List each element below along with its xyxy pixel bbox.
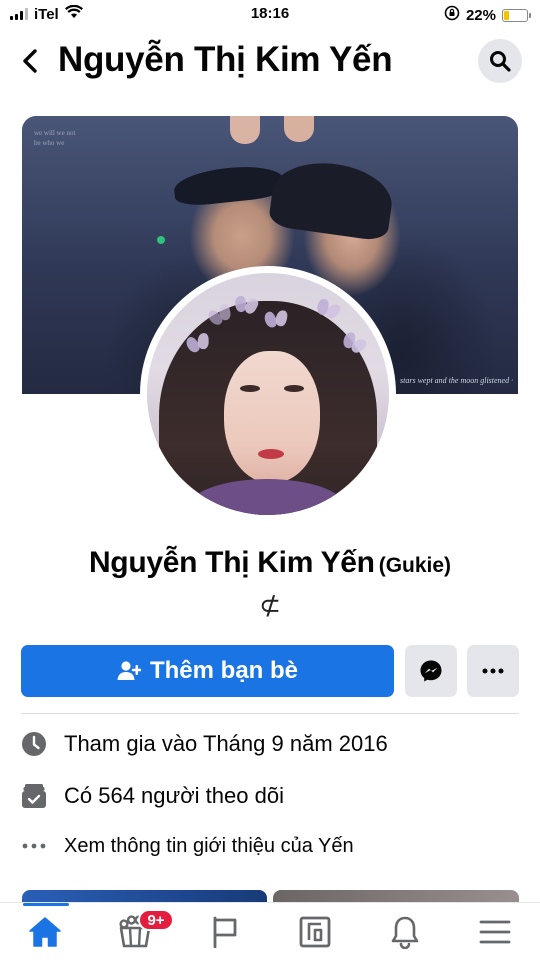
search-button[interactable]	[478, 39, 522, 83]
photo-preview[interactable]	[273, 890, 519, 902]
add-friend-icon	[117, 661, 141, 680]
divider	[21, 713, 519, 714]
cover-caption-top: we will we not be who we	[34, 129, 76, 147]
joined-row: Tham gia vào Tháng 9 năm 2016	[20, 726, 520, 762]
add-friend-label: Thêm bạn bè	[149, 657, 299, 684]
tab-notifications[interactable]	[360, 903, 450, 960]
messenger-icon	[420, 660, 442, 682]
profile-name-line: Nguyễn Thị Kim Yến (Gukie)	[0, 546, 540, 580]
photo-preview[interactable]	[22, 890, 267, 902]
add-friend-button[interactable]: Thêm bạn bè	[21, 645, 394, 697]
followers-text: Có 564 người theo dõi	[64, 783, 284, 808]
page-title: Nguyễn Thị Kim Yến	[58, 40, 393, 79]
messenger-button[interactable]	[405, 645, 457, 697]
menu-icon	[479, 920, 511, 944]
status-right: 22%	[444, 5, 531, 25]
followers-row[interactable]: Có 564 người theo dõi	[20, 778, 520, 814]
battery-icon	[502, 8, 531, 22]
profile-name: Nguyễn Thị Kim Yến	[88, 546, 375, 579]
orientation-lock-icon	[444, 5, 460, 25]
see-about-row[interactable]: Xem thông tin giới thiệu của Yến	[20, 828, 520, 864]
chevron-left-icon	[23, 49, 37, 73]
back-button[interactable]	[14, 44, 46, 78]
profile-header: Nguyễn Thị Kim Yến	[0, 36, 540, 86]
bell-icon	[391, 916, 419, 949]
marketplace-icon	[299, 916, 331, 948]
battery-percent: 22%	[465, 6, 496, 24]
home-icon	[29, 917, 61, 947]
followers-icon	[20, 782, 48, 810]
tab-menu[interactable]	[450, 903, 540, 960]
more-button[interactable]	[467, 645, 519, 697]
clock-icon	[20, 730, 48, 758]
tab-watch[interactable]: 9+	[90, 903, 180, 960]
more-horizontal-icon	[482, 668, 504, 674]
watch-badge: 9+	[138, 909, 174, 931]
flag-icon	[213, 916, 237, 948]
active-tab-indicator	[23, 903, 69, 906]
see-about-text: Xem thông tin giới thiệu của Yến	[64, 834, 354, 857]
tab-pages[interactable]	[180, 903, 270, 960]
cover-caption-bottom: stars wept and the moon glistened ·	[400, 376, 514, 385]
profile-bio: ⊄	[259, 590, 281, 620]
more-horizontal-icon	[20, 832, 48, 860]
search-icon	[490, 51, 511, 72]
bottom-tab-bar: 9+	[0, 902, 540, 960]
profile-alternate-name: (Gukie)	[378, 554, 452, 577]
tab-home[interactable]	[0, 903, 90, 960]
tab-marketplace[interactable]	[270, 903, 360, 960]
avatar[interactable]	[147, 273, 389, 515]
status-bar: iTel 18:16 22%	[0, 0, 540, 30]
joined-text: Tham gia vào Tháng 9 năm 2016	[64, 731, 388, 756]
